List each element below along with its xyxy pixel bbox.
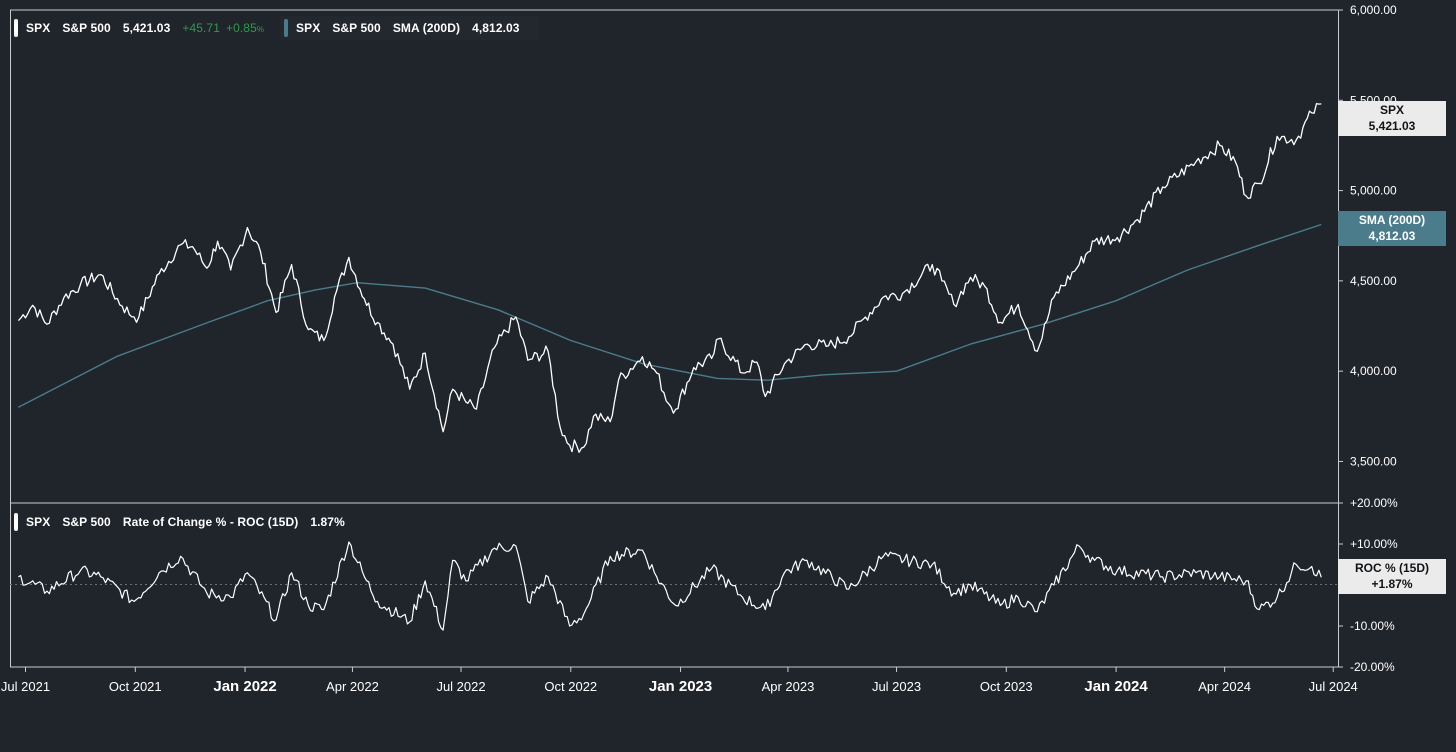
main-series-group xyxy=(17,102,1322,453)
x-axis: Jul 2021 Oct 2021 Jan 2022 Apr 2022 Jul 2022… xyxy=(1,667,1358,695)
main-legend-name: S&P 500 xyxy=(62,21,111,35)
roc-legend-ticker: SPX xyxy=(26,515,51,529)
y-tick-label: 6,000.00 xyxy=(1350,3,1397,17)
spx-price-tag: SPX 5,421.03 xyxy=(1338,101,1446,136)
spx-tag-value: 5,421.03 xyxy=(1368,119,1416,133)
sma-legend-value: 4,812.03 xyxy=(472,21,520,35)
sma-price-tag: SMA (200D) 4,812.03 xyxy=(1338,211,1446,246)
main-legend-ticker: SPX xyxy=(26,21,51,35)
x-tick-label: Jul 2021 xyxy=(1,679,50,694)
roc-legend[interactable]: SPX S&P 500 Rate of Change % - ROC (15D)… xyxy=(14,510,357,534)
roc-line xyxy=(18,541,1322,631)
main-legend-change: +45.71 xyxy=(182,21,220,35)
x-tick-label: Jan 2022 xyxy=(213,678,276,695)
y-tick-label: 4,000.00 xyxy=(1350,364,1397,378)
roc-series-group xyxy=(18,541,1322,631)
sma-legend-ticker: SPX xyxy=(296,21,321,35)
spx-legend-swatch xyxy=(14,19,18,37)
roc-y-tick-label: +10.00% xyxy=(1350,537,1398,551)
chart-canvas: 3,500.004,000.004,500.005,000.005,500.00… xyxy=(1,3,1398,695)
x-tick-label: Apr 2023 xyxy=(762,679,815,694)
roc-legend-value: 1.87% xyxy=(310,515,345,529)
x-tick-label: Jul 2022 xyxy=(436,679,485,694)
x-tick-label: Jan 2023 xyxy=(649,678,712,695)
main-legend-price: 5,421.03 xyxy=(122,21,171,35)
x-tick-label: Jan 2024 xyxy=(1084,678,1148,695)
sma-legend-indicator: SMA (200D) xyxy=(392,21,461,35)
main-legend-pct-sign: % xyxy=(256,25,265,34)
y-tick-label: 5,000.00 xyxy=(1350,184,1397,198)
spx-tag-title: SPX xyxy=(1379,103,1404,117)
x-tick-label: Apr 2024 xyxy=(1198,679,1251,694)
roc-y-tick-label: -20.00% xyxy=(1350,660,1395,674)
x-tick-label: Jul 2024 xyxy=(1309,679,1358,694)
sma-legend-swatch xyxy=(284,19,288,37)
roc-legend-name: S&P 500 xyxy=(62,515,111,529)
roc-legend-indicator: Rate of Change % - ROC (15D) xyxy=(122,515,299,529)
roc-y-tick-label: -10.00% xyxy=(1350,619,1395,633)
x-tick-label: Jul 2023 xyxy=(872,679,921,694)
x-tick-label: Oct 2022 xyxy=(544,679,597,694)
main-legend-change-pct-group: +0.85% xyxy=(226,21,276,35)
roc-tag-title: ROC % (15D) xyxy=(1354,561,1429,575)
roc-tag-value: +1.87% xyxy=(1371,577,1413,591)
y-tick-label: 4,500.00 xyxy=(1350,274,1397,288)
roc-y-tick-label: +20.00% xyxy=(1350,496,1398,510)
main-legend[interactable]: SPX S&P 500 5,421.03 +45.71 +0.85% xyxy=(14,16,288,40)
sma-legend-name: S&P 500 xyxy=(332,21,381,35)
y-tick-label: 3,500.00 xyxy=(1350,454,1397,468)
roc-legend-swatch xyxy=(14,513,18,531)
sma-legend[interactable]: SPX S&P 500 SMA (200D) 4,812.03 xyxy=(280,16,538,40)
sma-200d-line xyxy=(18,223,1322,408)
sma-tag-title: SMA (200D) xyxy=(1358,213,1426,227)
roc-value-tag: ROC % (15D) +1.87% xyxy=(1338,559,1446,594)
main-legend-change-pct: +0.85 xyxy=(225,21,257,35)
x-tick-label: Oct 2023 xyxy=(980,679,1033,694)
sma-tag-value: 4,812.03 xyxy=(1368,229,1416,243)
x-tick-label: Oct 2021 xyxy=(109,679,162,694)
x-tick-label: Apr 2022 xyxy=(326,679,379,694)
spx-price-line xyxy=(17,102,1322,453)
panel-frames xyxy=(10,9,1339,668)
